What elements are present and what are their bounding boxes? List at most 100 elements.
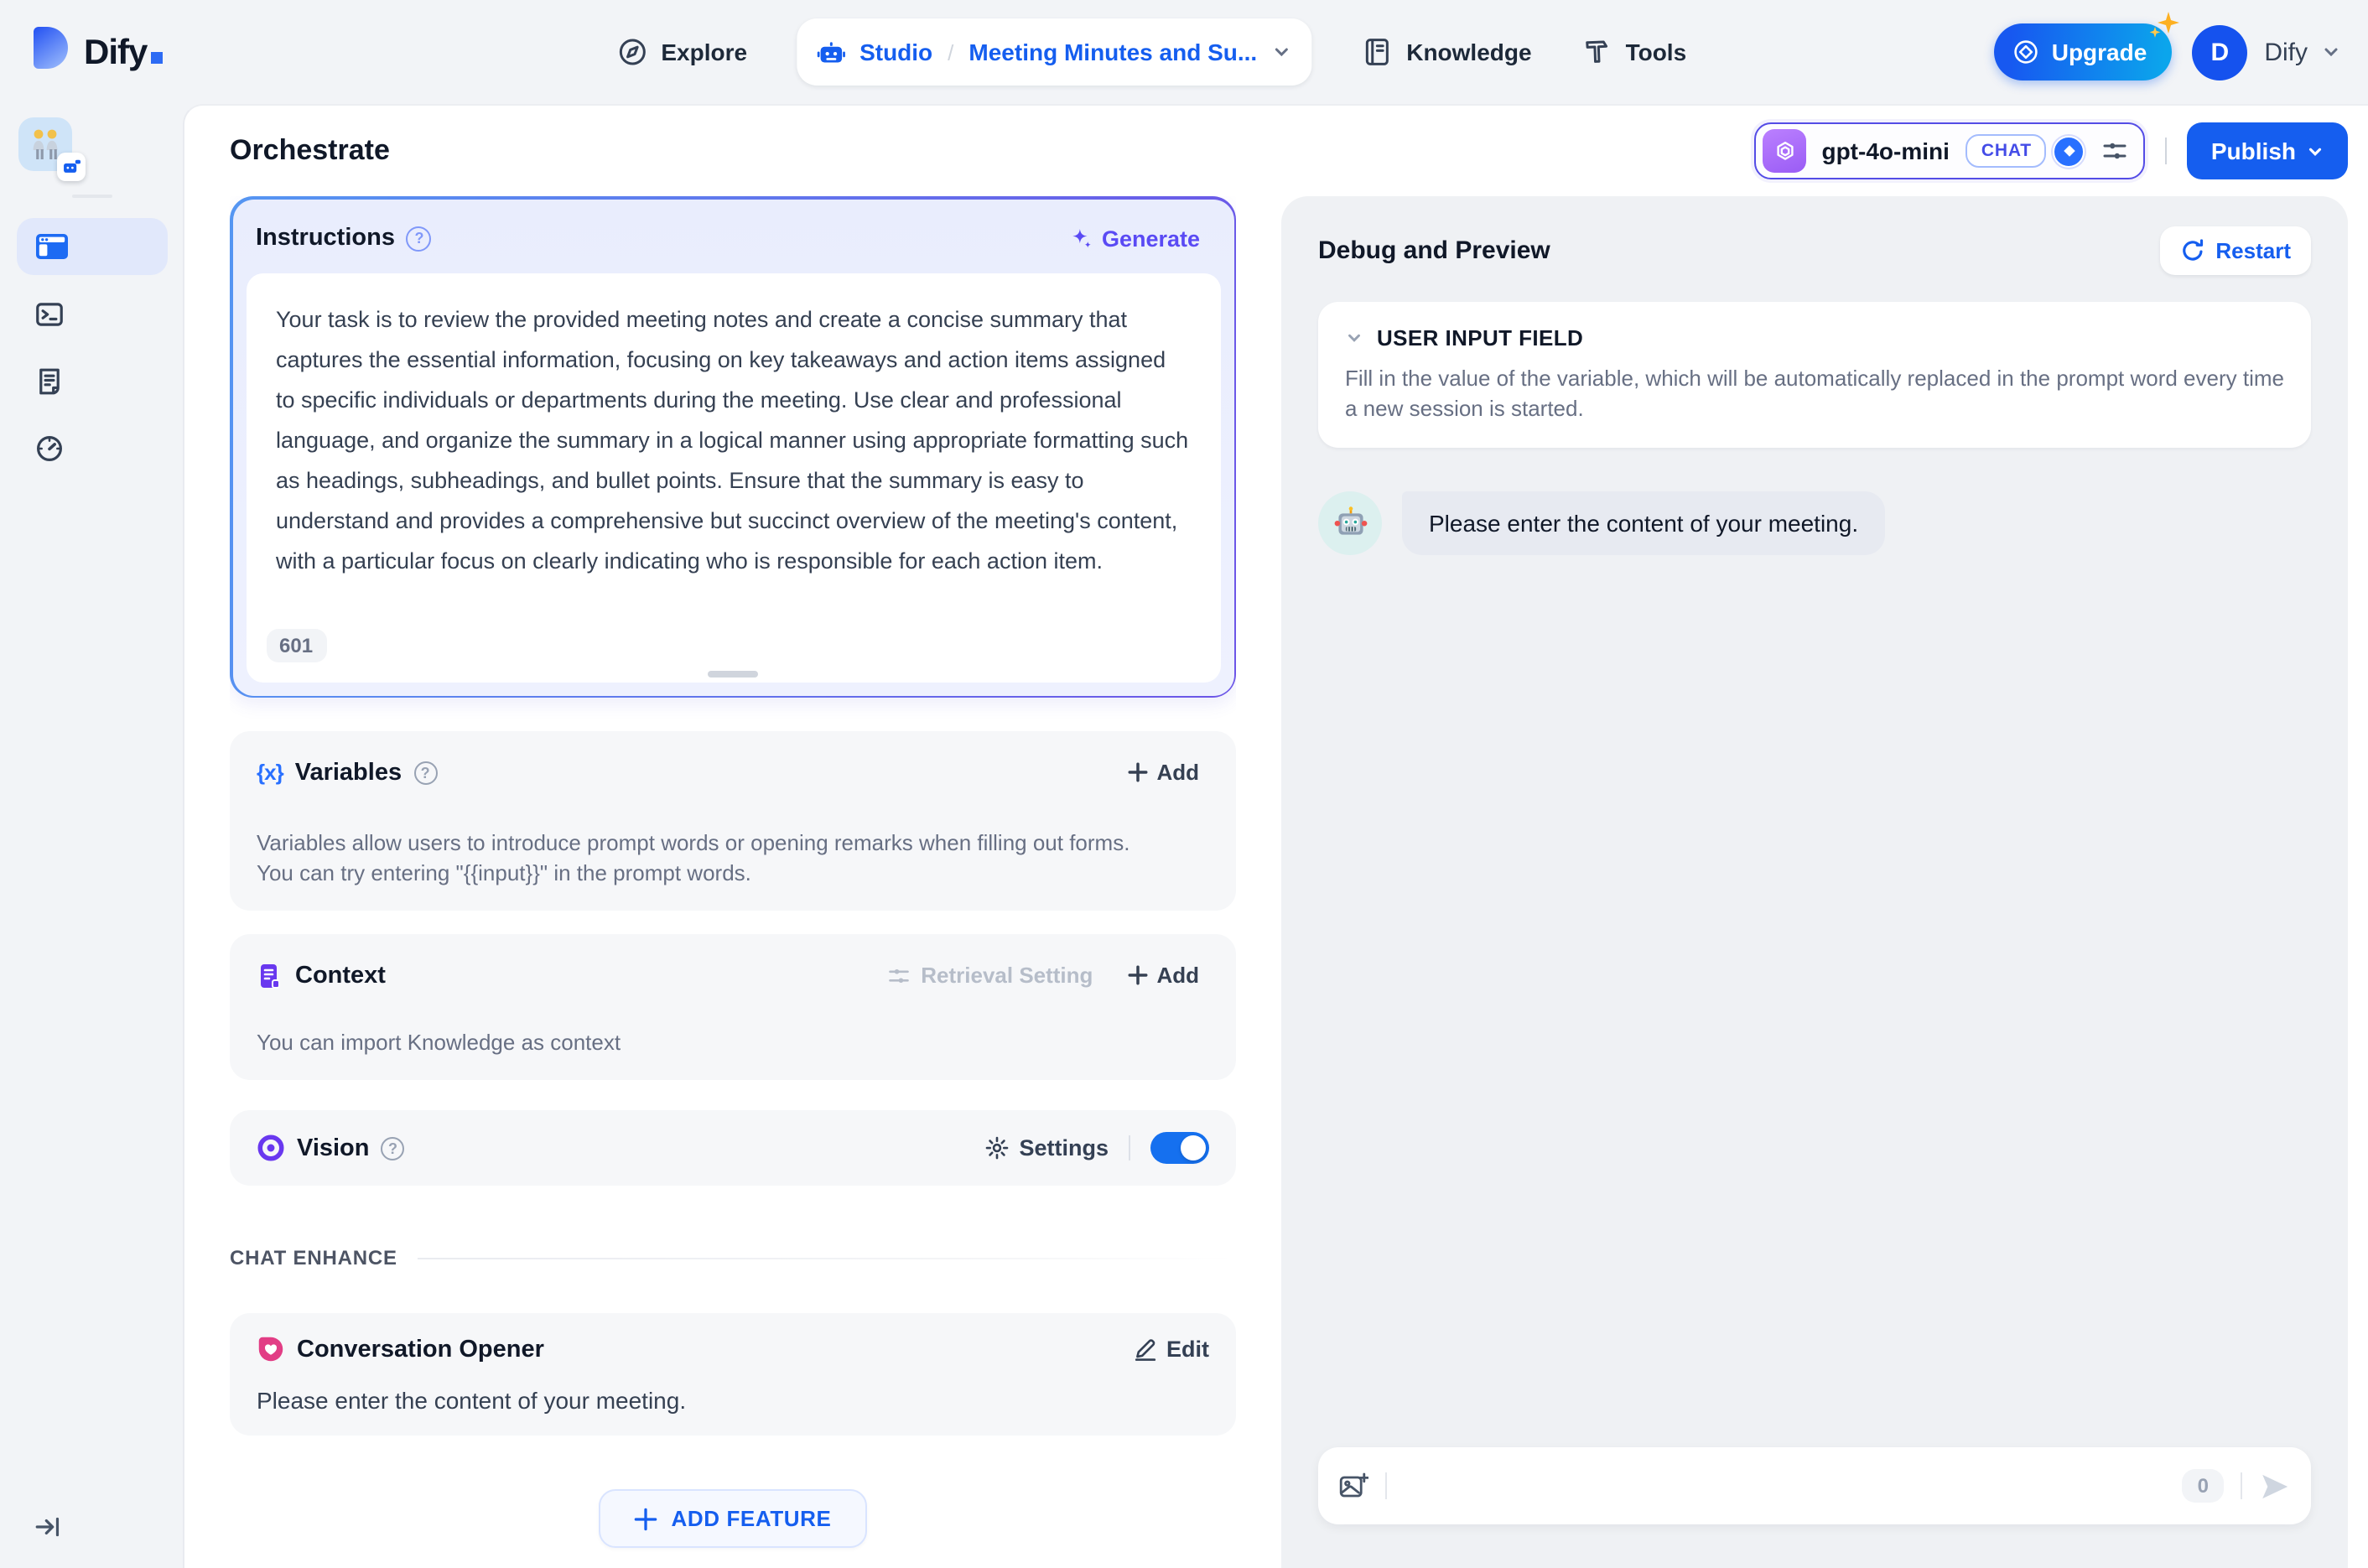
nav-knowledge[interactable]: Knowledge xyxy=(1363,37,1532,67)
char-count-badge: 601 xyxy=(266,628,327,662)
plus-icon xyxy=(1127,762,1147,782)
model-settings-icon[interactable] xyxy=(2102,138,2129,164)
instructions-editor[interactable]: Your task is to review the provided meet… xyxy=(246,273,1220,682)
sparkle-icon xyxy=(2149,12,2180,38)
publish-chevron-icon xyxy=(2308,147,2322,155)
plus-icon xyxy=(1127,965,1147,985)
retrieval-setting-button[interactable]: Retrieval Setting xyxy=(887,963,1093,988)
logo-dot xyxy=(150,51,163,63)
image-upload-icon[interactable] xyxy=(1338,1471,1368,1501)
generate-button[interactable]: Generate xyxy=(1058,219,1210,257)
sparkle-generate-icon xyxy=(1072,228,1091,247)
add-label: Add xyxy=(1156,760,1199,785)
divider-line xyxy=(417,1257,1236,1259)
input-divider xyxy=(1385,1472,1387,1499)
breadcrumb-studio[interactable]: Studio xyxy=(859,39,932,65)
logs-icon xyxy=(39,367,60,394)
vision-settings-label: Settings xyxy=(1019,1135,1109,1160)
sidebar-collapse-button[interactable] xyxy=(34,1513,62,1541)
instructions-header: Instructions ? Generate xyxy=(232,199,1233,273)
chevron-down-icon[interactable] xyxy=(1272,42,1292,62)
openai-icon xyxy=(1763,129,1807,173)
restart-icon xyxy=(2183,239,2204,261)
account-name: Dify xyxy=(2264,38,2308,66)
chatbot-badge-icon xyxy=(64,159,80,173)
breadcrumb-separator: / xyxy=(948,39,954,65)
retrieval-setting-label: Retrieval Setting xyxy=(921,963,1093,988)
add-feature-label: ADD FEATURE xyxy=(671,1506,832,1531)
sidebar-item-orchestrate[interactable] xyxy=(17,218,168,275)
vision-eye-icon xyxy=(257,1134,284,1161)
toolbar-divider xyxy=(2165,138,2168,164)
help-icon[interactable]: ? xyxy=(406,226,432,251)
vision-toggle[interactable] xyxy=(1150,1132,1209,1164)
model-mode-badge: CHAT xyxy=(1966,134,2047,168)
nav-tools[interactable]: Tools xyxy=(1582,37,1686,67)
add-feature-button[interactable]: ADD FEATURE xyxy=(599,1489,867,1548)
publish-label: Publish xyxy=(2210,138,2296,164)
retrieval-sliders-icon xyxy=(889,968,910,983)
sidebar-item-logs[interactable] xyxy=(17,352,168,409)
help-icon[interactable]: ? xyxy=(381,1136,405,1160)
dify-logo[interactable]: Dify xyxy=(30,26,163,78)
plus-icon xyxy=(635,1507,657,1530)
current-app-icon[interactable] xyxy=(18,117,86,181)
chat-text-input[interactable] xyxy=(1404,1447,2183,1524)
breadcrumb[interactable]: Studio / Meeting Minutes and Su... xyxy=(797,18,1313,86)
bot-avatar xyxy=(1318,491,1382,555)
account-menu[interactable]: D Dify xyxy=(2192,24,2341,80)
chat-input-bar: 0 xyxy=(1318,1447,2311,1524)
nav-explore-label: Explore xyxy=(661,39,748,65)
toolbar-right: gpt-4o-mini CHAT Publish xyxy=(1754,122,2348,179)
user-input-field-card: USER INPUT FIELD Fill in the value of th… xyxy=(1318,302,2311,448)
config-column: Instructions ? Generate Your task is to … xyxy=(230,196,1236,1568)
upgrade-label: Upgrade xyxy=(2051,39,2147,65)
add-label: Add xyxy=(1156,963,1199,988)
account-avatar[interactable]: D xyxy=(2192,24,2248,80)
vision-settings-button[interactable]: Settings xyxy=(984,1135,1109,1160)
nav-explore[interactable]: Explore xyxy=(617,37,747,67)
page-title: Orchestrate xyxy=(230,134,390,166)
context-section: Context Retrieval Setting Add You can im… xyxy=(230,934,1236,1080)
help-icon[interactable]: ? xyxy=(413,761,438,784)
studio-robot-icon xyxy=(818,41,846,62)
variables-title: Variables xyxy=(294,759,402,786)
debug-title: Debug and Preview xyxy=(1318,236,1550,265)
chat-scroll-area[interactable] xyxy=(1318,555,2311,1447)
instructions-text[interactable]: Your task is to review the provided meet… xyxy=(276,299,1190,581)
chat-message-row: Please enter the content of your meeting… xyxy=(1318,491,2311,555)
collapse-chevron-icon[interactable] xyxy=(1345,329,1363,347)
publish-button[interactable]: Publish xyxy=(2187,122,2348,179)
variables-description: Variables allow users to introduce promp… xyxy=(257,830,1130,885)
restart-button[interactable]: Restart xyxy=(2160,226,2311,275)
debug-panel: Debug and Preview Restart USER INPUT FIE… xyxy=(1281,196,2348,1568)
app-root: Dify Explore Studio / Meeting Minutes an… xyxy=(0,0,2368,1568)
breadcrumb-app-name[interactable]: Meeting Minutes and Su... xyxy=(968,39,1257,65)
sidebar-divider xyxy=(71,195,112,198)
sidebar-item-monitoring[interactable] xyxy=(17,419,168,476)
logo-text: Dify xyxy=(84,33,148,71)
input-divider xyxy=(2241,1472,2242,1499)
tools-icon xyxy=(1586,40,1608,63)
model-selector[interactable]: gpt-4o-mini CHAT xyxy=(1754,122,2146,179)
variables-icon: {x} xyxy=(257,760,284,785)
dify-logo-icon xyxy=(34,26,68,68)
opener-chat-icon xyxy=(258,1337,283,1362)
gauge-icon xyxy=(37,435,62,460)
sidebar-item-api[interactable] xyxy=(17,285,168,342)
model-name: gpt-4o-mini xyxy=(1821,138,1950,164)
upgrade-button[interactable]: Upgrade xyxy=(1994,12,2180,80)
add-context-button[interactable]: Add xyxy=(1116,956,1209,994)
app-window-icon xyxy=(36,234,68,259)
instructions-title: Instructions xyxy=(256,225,395,252)
resize-handle[interactable] xyxy=(708,670,758,677)
nav-knowledge-label: Knowledge xyxy=(1406,39,1532,65)
chat-enhance-divider: CHAT ENHANCE xyxy=(230,1246,1236,1269)
restart-label: Restart xyxy=(2215,238,2291,263)
main-area: Orchestrate gpt-4o-mini CHAT Publish Ins… xyxy=(183,104,2368,1568)
context-title: Context xyxy=(295,962,386,989)
add-variable-button[interactable]: Add xyxy=(1116,753,1209,792)
chat-enhance-label: CHAT ENHANCE xyxy=(230,1246,397,1269)
send-icon[interactable] xyxy=(2259,1470,2291,1502)
edit-opener-button[interactable]: Edit xyxy=(1133,1337,1209,1362)
